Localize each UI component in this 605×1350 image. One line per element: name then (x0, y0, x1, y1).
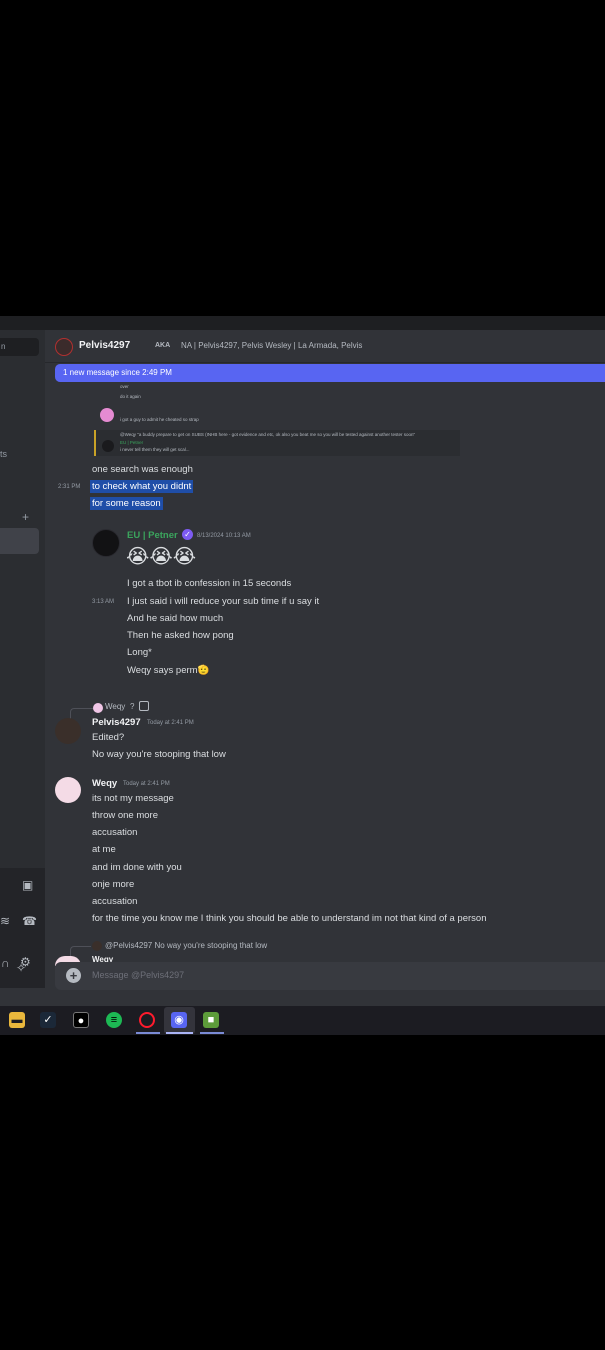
quoted-line: do it again (120, 394, 141, 399)
message-text: accusation (92, 896, 138, 907)
selected-text: for some reason (90, 497, 163, 510)
reply-username[interactable]: Weqy (105, 702, 125, 711)
message-text: for the time you know me I think you sho… (92, 913, 487, 924)
message-text: onje more (92, 879, 135, 890)
reply-preview-text: No way you're stooping that low (154, 941, 268, 950)
quoted-reply-body: i never tell them they will get scal... (120, 447, 190, 452)
file-explorer-icon[interactable]: ▬ (9, 1012, 25, 1028)
dm-sidebar: n ts + ▣ ≋ ☎ ✧ ∩ ⚙ (0, 330, 45, 988)
new-messages-bar[interactable]: 1 new message since 2:49 PM (55, 364, 605, 382)
message-timestamp: 8/13/2024 10:13 AM (197, 533, 251, 539)
message-text: I got a tbot ib confession in 15 seconds (127, 578, 292, 589)
message-input[interactable]: Message @Pelvis4297 (92, 970, 184, 980)
discord-window: n ts + ▣ ≋ ☎ ✧ ∩ ⚙ Pelvis4297 AKA NA | P… (0, 316, 605, 1035)
window-top-strip (0, 316, 605, 330)
message-text: Then he asked how pong (127, 630, 234, 641)
quoted-reply-text: @Weqy "a buddy prepare to get on SUBS (I… (120, 432, 416, 437)
message-timestamp: Today at 2:41 PM (147, 720, 194, 726)
noise-suppression-icon[interactable]: ≋ (0, 914, 10, 928)
opera-gx-icon[interactable] (139, 1012, 155, 1028)
message-text: one search was enough (92, 464, 193, 475)
find-conversation-input[interactable]: n (0, 338, 39, 356)
user-avatar[interactable] (55, 777, 81, 803)
image-icon (139, 701, 149, 711)
quoted-reply-name: EU | Petner (120, 440, 144, 445)
message-time: 2:31 PM (58, 484, 81, 490)
message-text-span: Weqy says perm (127, 665, 198, 676)
reply-connector (70, 708, 93, 719)
reply-preview: @Pelvis4297 No way you're stooping that … (105, 941, 267, 950)
sidebar-item-selected[interactable] (0, 528, 39, 554)
running-indicator (136, 1032, 160, 1034)
user-avatar[interactable] (92, 529, 120, 557)
message-text: throw one more (92, 810, 159, 821)
message-text: I just said i will reduce your sub time … (127, 596, 320, 607)
message-text: Edited? (92, 732, 125, 743)
verified-badge-icon: ✓ (182, 529, 193, 540)
user-avatar[interactable] (55, 718, 81, 744)
reply-avatar (93, 703, 103, 713)
header-avatar[interactable] (55, 338, 73, 356)
message-text: Long* (127, 647, 152, 658)
quoted-avatar (100, 408, 114, 422)
message-timestamp: Today at 2:41 PM (123, 781, 170, 787)
crying-emoji-icon: 😭😭😭 (126, 546, 197, 568)
windows-taskbar: ▬ ✓ ● ≡ ◉ ■ (0, 1006, 605, 1035)
quoted-avatar (102, 440, 114, 452)
discord-icon[interactable]: ◉ (171, 1012, 187, 1028)
message-text-selected: for some reason (90, 497, 163, 510)
reply-mention[interactable]: @Pelvis4297 (105, 941, 152, 950)
message-username[interactable]: EU | Petner (127, 530, 178, 541)
message-composer[interactable]: + Message @Pelvis4297 (55, 962, 605, 990)
chat-header: Pelvis4297 AKA NA | Pelvis4297, Pelvis W… (45, 330, 605, 363)
running-indicator (200, 1032, 224, 1034)
quoted-reply-block: @Weqy "a buddy prepare to get on SUBS (I… (94, 430, 460, 456)
running-indicator (166, 1032, 193, 1034)
message-text: at me (92, 844, 116, 855)
header-username[interactable]: Pelvis4297 (79, 340, 130, 351)
message-text: And he said how much (127, 613, 224, 624)
selected-text: to check what you didnt (90, 480, 194, 493)
message-text: and im done with you (92, 862, 182, 873)
disconnect-icon[interactable]: ☎ (22, 914, 37, 928)
message-time: 3:13 AM (92, 599, 115, 605)
screen-share-icon[interactable]: ▣ (22, 878, 33, 892)
message-username[interactable]: Weqy (92, 778, 117, 789)
settings-gear-icon[interactable]: ⚙ (20, 955, 31, 969)
obs-icon[interactable]: ● (73, 1012, 89, 1028)
sidebar-item-partial[interactable]: ts (0, 449, 7, 459)
quoted-line: over (120, 384, 129, 389)
salute-emoji-icon: 🫡 (197, 665, 210, 676)
headphones-icon[interactable]: ∩ (1, 956, 10, 970)
minecraft-icon[interactable]: ■ (203, 1012, 219, 1028)
create-dm-button[interactable]: + (22, 510, 29, 524)
spotify-icon[interactable]: ≡ (106, 1012, 122, 1028)
aka-label: AKA (155, 342, 171, 349)
message-text: accusation (92, 827, 138, 838)
quoted-line: i got a guy to admit he cheated so strap (120, 417, 199, 422)
message-text: Weqy says perm🫡 (127, 665, 209, 676)
steam-icon[interactable]: ✓ (40, 1012, 56, 1028)
reply-avatar (92, 941, 102, 951)
message-text-selected: to check what you didnt (90, 480, 194, 493)
user-panel: ▣ ≋ ☎ ✧ (0, 868, 45, 988)
message-text: No way you're stooping that low (92, 749, 226, 760)
add-attachment-icon[interactable]: + (66, 968, 81, 983)
message-text: its not my message (92, 793, 174, 804)
aka-names: NA | Pelvis4297, Pelvis Wesley | La Arma… (181, 341, 363, 350)
reply-marker: ? (130, 702, 135, 711)
message-username[interactable]: Pelvis4297 (92, 717, 141, 728)
